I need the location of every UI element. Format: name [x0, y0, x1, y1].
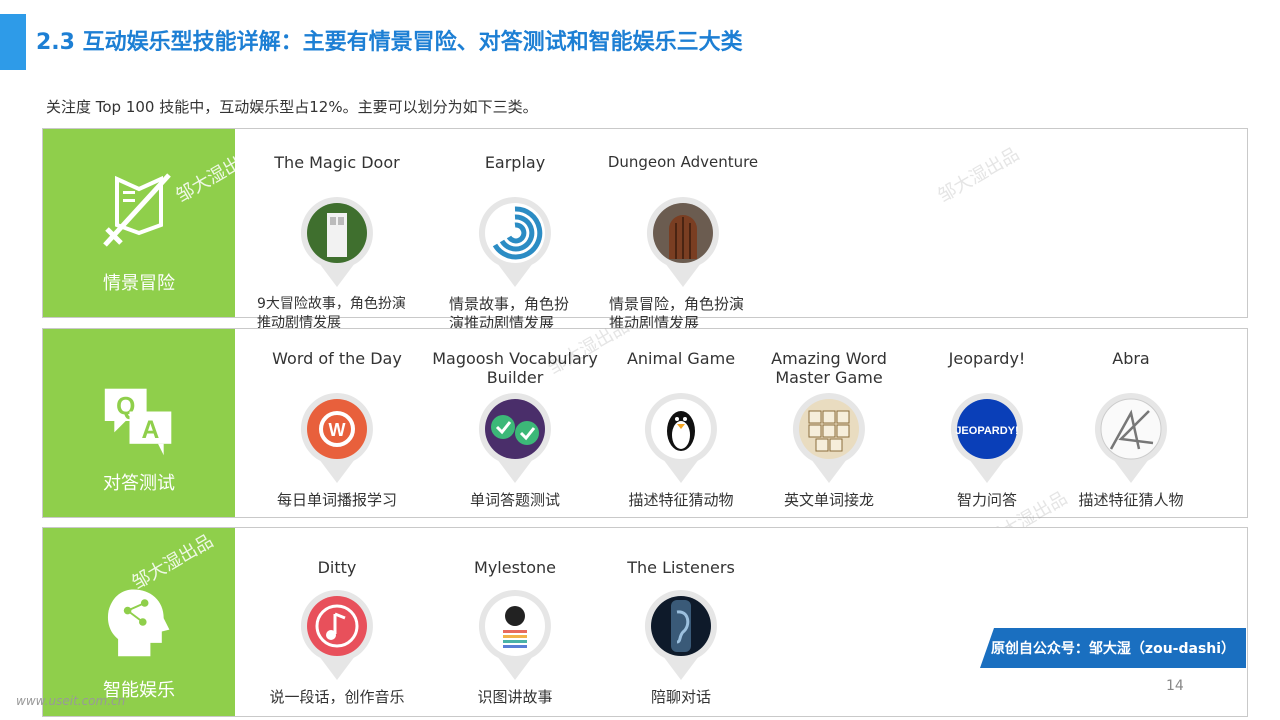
title-accent-bar [0, 14, 26, 70]
svg-text:JEOPARDY!: JEOPARDY! [955, 425, 1018, 437]
skill-name: Dungeon Adventure [607, 153, 759, 171]
skill-name: Word of the Day [272, 349, 402, 368]
skill-name: Mylestone [474, 558, 556, 577]
music-note-icon [297, 586, 377, 682]
category-side-qa: Q A 对答测试 [43, 329, 235, 517]
svg-text:W: W [329, 420, 346, 440]
magic-door-icon [297, 193, 377, 289]
category-label: 对答测试 [103, 473, 175, 494]
page-number: 14 [1166, 678, 1184, 694]
skill-name: The Magic Door [274, 153, 400, 172]
slide-subtitle: 关注度 Top 100 技能中，互动娱乐型占12%。主要可以划分为如下三类。 [46, 98, 538, 116]
skill-name: Ditty [317, 558, 357, 577]
skill-name: Abra [1112, 349, 1150, 368]
source-tag: 原创自公众号：邹大湿（zou-dashi） [980, 628, 1246, 668]
skill-card[interactable]: Dungeon Adventure 情景冒险，角色扮演推动剧情发展 [593, 153, 773, 333]
skill-card[interactable]: The Magic Door 9大冒险故事，角色扮演推动剧情发展 [247, 153, 427, 333]
category-panel-adventure: 情景冒险 邹大湿出品 邹大湿出品 The Magic Door 9大冒险故事，角… [42, 128, 1248, 332]
footer-url: www.useit.com.cn [16, 694, 126, 708]
skill-card[interactable]: Ditty 说一段话，创作音乐 [247, 558, 427, 707]
skill-desc: 识图讲故事 [477, 688, 553, 706]
skill-card[interactable]: The Listeners 陪聊对话 [591, 558, 771, 707]
skill-card[interactable]: Amazing Word Master Game 英文单词接龙 [739, 349, 919, 510]
skill-name: Magoosh Vocabulary Builder [432, 349, 598, 387]
word-tiles-icon [789, 389, 869, 485]
slide-title: 2.3 互动娱乐型技能详解：主要有情景冒险、对答测试和智能娱乐三大类 [36, 30, 743, 55]
mylestone-icon [475, 586, 555, 682]
word-of-day-icon: W [297, 389, 377, 485]
penguin-icon [641, 389, 721, 485]
category-side-adventure: 情景冒险 [43, 129, 235, 317]
skill-desc: 英文单词接龙 [783, 491, 874, 509]
earplay-icon [475, 193, 555, 289]
category-panel-qa: Q A 对答测试 邹大湿出品 邹大湿出品 Word of the Day W 每… [42, 316, 1248, 551]
abra-icon [1091, 389, 1171, 485]
double-check-icon [475, 389, 555, 485]
category-label: 情景冒险 [103, 273, 175, 294]
skill-desc: 单词答题测试 [469, 491, 560, 509]
qa-icon: Q A [104, 388, 172, 456]
skill-card[interactable]: Word of the Day W 每日单词播报学习 [247, 349, 427, 510]
skill-desc: 陪聊对话 [650, 688, 711, 706]
book-sword-icon [103, 173, 171, 247]
ear-icon [641, 586, 721, 682]
skill-card[interactable]: Earplay 情景故事，角色扮演推动剧情发展 [425, 153, 605, 333]
dungeon-door-icon [643, 193, 723, 289]
skill-name: Amazing Word Master Game [771, 349, 887, 387]
skill-card[interactable]: Mylestone 识图讲故事 [425, 558, 605, 707]
skill-desc: 描述特征猜人物 [1078, 491, 1184, 509]
skill-card[interactable]: Abra 描述特征猜人物 [1041, 349, 1221, 510]
skill-desc: 说一段话，创作音乐 [269, 688, 405, 706]
svg-text:A: A [141, 417, 159, 444]
skill-name: The Listeners [627, 558, 735, 577]
category-panel-smart: 智能娱乐 邹大湿出品 Ditty 说一段话，创作音乐 Mylestone 识图讲… [42, 527, 1248, 717]
skill-desc: 每日单词播报学习 [276, 491, 397, 509]
skill-card[interactable]: Magoosh Vocabulary Builder 单词答题测试 [425, 349, 605, 510]
jeopardy-icon: JEOPARDY! [947, 389, 1027, 485]
watermark: 邹大湿出品 [934, 143, 1023, 207]
skill-name: Earplay [484, 153, 546, 172]
head-share-icon [107, 589, 170, 657]
